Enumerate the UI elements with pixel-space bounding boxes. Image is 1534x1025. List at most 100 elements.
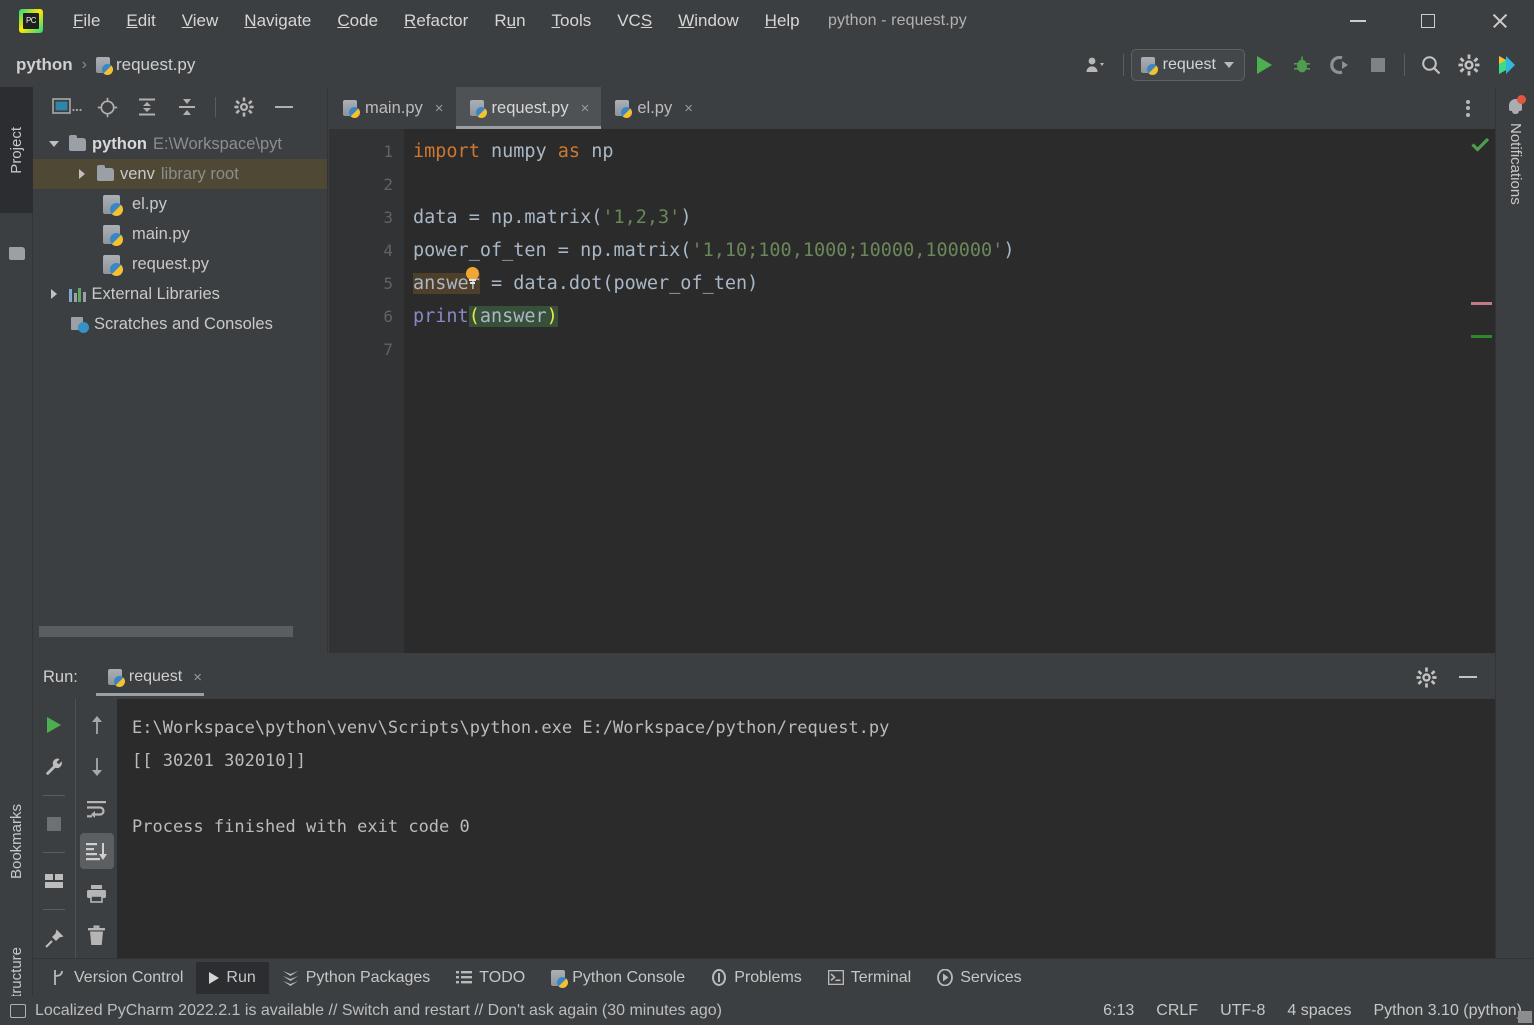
breadcrumb-project[interactable]: python [16, 55, 73, 75]
bottom-tab-todo[interactable]: TODO [443, 962, 538, 994]
rerun-button[interactable] [37, 707, 71, 743]
folder-icon [97, 164, 114, 181]
status-message[interactable]: Localized PyCharm 2022.2.1 is available … [10, 1002, 722, 1020]
bottom-tab-python-console[interactable]: Python Console [538, 962, 698, 994]
scroll-to-end-button[interactable] [79, 833, 114, 869]
editor-tab-main-py[interactable]: main.py × [329, 87, 456, 129]
run-console-output[interactable]: E:\Workspace\python\venv\Scripts\python.… [117, 699, 1495, 958]
stripe-button-project[interactable]: Project [0, 87, 33, 213]
navigation-bar: python › request.py request [0, 42, 1534, 87]
stop-button[interactable] [37, 806, 71, 842]
run-with-coverage-button[interactable] [1321, 48, 1359, 82]
search-everywhere-button[interactable] [1412, 48, 1450, 82]
bottom-tab-run[interactable]: Run [196, 961, 269, 994]
breadcrumb-file[interactable]: request.py [116, 55, 195, 75]
up-arrow-button[interactable] [80, 707, 114, 743]
bottom-tab-version-control[interactable]: Version Control [39, 962, 196, 994]
layout-settings-button[interactable] [37, 863, 71, 899]
menu-window[interactable]: Window [665, 8, 751, 34]
code-editor[interactable]: 1 2 3 4 5 6 7 import numpy as np data = … [329, 129, 1495, 653]
status-line-separator[interactable]: CRLF [1156, 1002, 1198, 1020]
python-icon [1140, 56, 1158, 75]
gear-icon[interactable] [224, 92, 264, 122]
chevron-down-icon[interactable] [45, 141, 63, 147]
code-text-area[interactable]: import numpy as np data = np.matrix('1,2… [404, 129, 1473, 653]
menu-navigate[interactable]: Navigate [231, 8, 324, 34]
tree-node-venv[interactable]: venv library root [33, 159, 327, 189]
bottom-tab-python-packages[interactable]: Python Packages [269, 962, 444, 994]
project-panel-horizontal-scrollbar[interactable] [39, 626, 293, 637]
pin-tab-button[interactable] [37, 920, 71, 956]
user-account-icon[interactable] [1078, 48, 1116, 82]
lightbulb-icon[interactable] [465, 267, 480, 285]
tree-node-main-py[interactable]: main.py [33, 219, 327, 249]
close-icon[interactable]: × [193, 669, 202, 686]
tree-node-el-py[interactable]: el.py [33, 189, 327, 219]
editor-tab-options-button[interactable] [1451, 87, 1485, 129]
tree-node-external-libraries[interactable]: External Libraries [33, 279, 327, 309]
menu-code[interactable]: Code [324, 8, 391, 34]
hide-panel-icon[interactable] [1449, 660, 1487, 694]
menu-refactor[interactable]: Refactor [391, 8, 481, 34]
close-icon[interactable]: × [581, 100, 590, 117]
run-panel-tab-request[interactable]: request × [95, 655, 214, 699]
debug-button[interactable] [1283, 48, 1321, 82]
left-tool-stripe: Project Bookmarks Structure [0, 87, 33, 1025]
hide-panel-icon[interactable] [264, 92, 304, 122]
close-icon[interactable]: × [435, 100, 444, 117]
gear-icon[interactable] [1407, 660, 1445, 694]
status-interpreter[interactable]: Python 3.10 (python) [1373, 1002, 1522, 1020]
menu-view[interactable]: View [169, 8, 232, 34]
expand-all-icon[interactable] [127, 92, 167, 122]
stripe-button-notifications[interactable]: Notifications [1496, 95, 1534, 205]
menu-tools[interactable]: Tools [539, 8, 605, 34]
status-bar-right: 6:13 CRLF UTF-8 4 spaces Python 3.10 (py… [1103, 1002, 1522, 1020]
collapse-all-icon[interactable] [167, 92, 207, 122]
bottom-tab-problems[interactable]: Problems [698, 962, 815, 994]
settings-button[interactable] [1450, 48, 1488, 82]
menu-edit[interactable]: Edit [113, 8, 168, 34]
run-configuration-selector[interactable]: request [1130, 48, 1245, 81]
settings-wrench-button[interactable] [37, 749, 71, 785]
run-panel-header: Run: request × [33, 655, 1495, 699]
status-caret-position[interactable]: 6:13 [1103, 1002, 1134, 1020]
stop-button[interactable] [1359, 48, 1397, 82]
tree-node-request-py[interactable]: request.py [33, 249, 327, 279]
menu-vcs[interactable]: VCS [604, 8, 665, 34]
run-button[interactable] [1245, 48, 1283, 82]
status-message-text[interactable]: Localized PyCharm 2022.2.1 is available … [35, 1002, 722, 1020]
editor-tab-el-py[interactable]: el.py × [601, 87, 705, 129]
inspection-ok-check-icon[interactable] [1471, 137, 1490, 157]
minimize-button[interactable] [1334, 0, 1382, 42]
line-number: 4 [383, 241, 393, 260]
stripe-button-bookmarks[interactable]: Bookmarks [0, 787, 33, 897]
close-icon[interactable]: × [684, 100, 693, 117]
locate-file-icon[interactable] [87, 92, 127, 122]
soft-wrap-button[interactable] [80, 791, 114, 827]
tree-node-python[interactable]: python E:\Workspace\pyt [33, 129, 327, 159]
stripe-marker-change[interactable] [1471, 335, 1492, 338]
error-stripe-gutter[interactable] [1471, 129, 1495, 653]
bottom-tab-label: Run [226, 968, 256, 986]
close-button[interactable] [1476, 0, 1524, 42]
menu-run[interactable]: Run [481, 8, 538, 34]
status-indent[interactable]: 4 spaces [1287, 1002, 1351, 1020]
ide-update-icon[interactable] [1488, 48, 1526, 82]
editor-tab-request-py[interactable]: request.py × [455, 87, 602, 129]
menu-help[interactable]: Help [752, 8, 813, 34]
chevron-right-icon[interactable] [73, 169, 91, 179]
down-arrow-button[interactable] [80, 749, 114, 785]
stripe-marker-warning[interactable] [1471, 302, 1492, 305]
tree-node-scratches[interactable]: Scratches and Consoles [33, 309, 327, 339]
maximize-button[interactable] [1404, 0, 1452, 42]
project-view-selector-icon[interactable] [47, 92, 87, 122]
ide-notification-icon[interactable] [10, 1003, 26, 1018]
status-encoding[interactable]: UTF-8 [1220, 1002, 1265, 1020]
resize-grip[interactable] [1518, 1011, 1532, 1023]
print-button[interactable] [80, 875, 114, 911]
bottom-tab-terminal[interactable]: Terminal [815, 962, 924, 994]
chevron-right-icon[interactable] [45, 289, 63, 299]
bottom-tab-services[interactable]: Services [924, 962, 1034, 994]
menu-file[interactable]: File [60, 8, 113, 34]
clear-all-button[interactable] [80, 917, 114, 953]
